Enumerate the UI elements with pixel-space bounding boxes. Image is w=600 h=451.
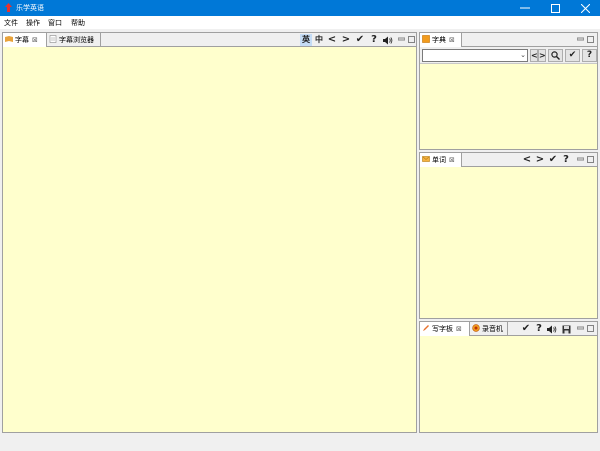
check-button[interactable]: ✔: [565, 49, 580, 62]
save-button[interactable]: [560, 323, 572, 335]
next-button[interactable]: >: [538, 49, 546, 62]
tab-writing-pad[interactable]: 写字板 ⊠: [420, 322, 470, 336]
speaker-icon: [383, 36, 393, 45]
tab-words[interactable]: 单词 ⊠: [420, 153, 462, 167]
words-panel: 单词 ⊠ < > ✔ ?: [419, 152, 598, 319]
close-icon: [580, 3, 590, 14]
app-logo-icon: [5, 3, 12, 12]
dictionary-search-combo[interactable]: ⌄: [422, 49, 528, 62]
help-button[interactable]: ?: [560, 154, 572, 166]
help-button[interactable]: ?: [582, 49, 597, 62]
subtitle-panel: 字幕 ⊠ 字幕浏览器 英 中 < > ✔ ?: [2, 32, 417, 433]
next-button[interactable]: >: [534, 154, 546, 166]
dictionary-panel-header: 字典 ⊠: [420, 33, 597, 47]
tab-subtitle-browser[interactable]: 字幕浏览器: [47, 33, 101, 47]
tab-recorder[interactable]: 录音机: [470, 322, 508, 336]
minimize-button[interactable]: [510, 0, 540, 16]
close-button[interactable]: [570, 0, 600, 16]
close-tab-icon[interactable]: ⊠: [32, 33, 38, 47]
chevron-down-icon[interactable]: ⌄: [520, 51, 526, 59]
menu-window[interactable]: 窗口: [48, 18, 62, 28]
next-button[interactable]: >: [340, 34, 352, 46]
writing-panel-header: 写字板 ⊠ 录音机 ✔ ?: [420, 322, 597, 336]
record-icon: [472, 324, 480, 332]
close-tab-icon[interactable]: ⊠: [449, 33, 455, 47]
status-bar: [0, 434, 600, 451]
speaker-icon: [547, 325, 557, 334]
search-button[interactable]: [548, 49, 563, 62]
dictionary-panel: 字典 ⊠ ⌄ < > ✔ ?: [419, 32, 598, 150]
speaker-button[interactable]: [546, 323, 558, 335]
menu-bar: 文件 操作 窗口 帮助: [0, 16, 600, 29]
document-icon: [49, 35, 57, 43]
minimize-panel-icon[interactable]: [398, 36, 405, 43]
tab-subtitle[interactable]: 字幕 ⊠: [3, 33, 47, 47]
menu-operate[interactable]: 操作: [26, 18, 40, 28]
minimize-icon: [520, 7, 530, 9]
check-button[interactable]: ✔: [520, 323, 532, 335]
speaker-button[interactable]: [382, 34, 394, 46]
previous-button[interactable]: <: [521, 154, 533, 166]
tab-dictionary[interactable]: 字典 ⊠: [420, 33, 462, 47]
title-bar: 乐学英语: [0, 0, 600, 16]
minimize-panel-icon[interactable]: [577, 36, 584, 43]
previous-button[interactable]: <: [530, 49, 538, 62]
maximize-panel-icon[interactable]: [408, 36, 415, 43]
menu-file[interactable]: 文件: [4, 18, 18, 28]
maximize-panel-icon[interactable]: [587, 156, 594, 163]
previous-button[interactable]: <: [326, 34, 338, 46]
maximize-panel-icon[interactable]: [587, 36, 594, 43]
envelope-icon: [422, 156, 430, 162]
pencil-icon: [423, 325, 429, 331]
help-button[interactable]: ?: [368, 34, 380, 46]
window-title: 乐学英语: [16, 4, 44, 12]
minimize-panel-icon[interactable]: [577, 325, 584, 332]
subtitle-panel-header: 字幕 ⊠ 字幕浏览器 英 中 < > ✔ ?: [3, 33, 416, 47]
menu-help[interactable]: 帮助: [71, 18, 85, 28]
check-button[interactable]: ✔: [354, 34, 366, 46]
maximize-panel-icon[interactable]: [587, 325, 594, 332]
close-tab-icon[interactable]: ⊠: [449, 153, 455, 167]
chinese-toggle-button[interactable]: 中: [313, 34, 325, 46]
check-button[interactable]: ✔: [547, 154, 559, 166]
help-button[interactable]: ?: [533, 323, 545, 335]
maximize-icon: [550, 4, 560, 13]
dictionary-toolbar: ⌄ < > ✔ ?: [420, 47, 597, 64]
search-icon: [551, 51, 560, 60]
book-icon: [5, 36, 13, 42]
english-toggle-button[interactable]: 英: [300, 34, 312, 46]
dictionary-icon: [422, 35, 430, 43]
save-icon: [562, 325, 570, 334]
maximize-button[interactable]: [540, 0, 570, 16]
minimize-panel-icon[interactable]: [577, 156, 584, 163]
words-panel-header: 单词 ⊠ < > ✔ ?: [420, 153, 597, 167]
writing-panel: 写字板 ⊠ 录音机 ✔ ?: [419, 321, 598, 433]
close-tab-icon[interactable]: ⊠: [456, 322, 462, 336]
